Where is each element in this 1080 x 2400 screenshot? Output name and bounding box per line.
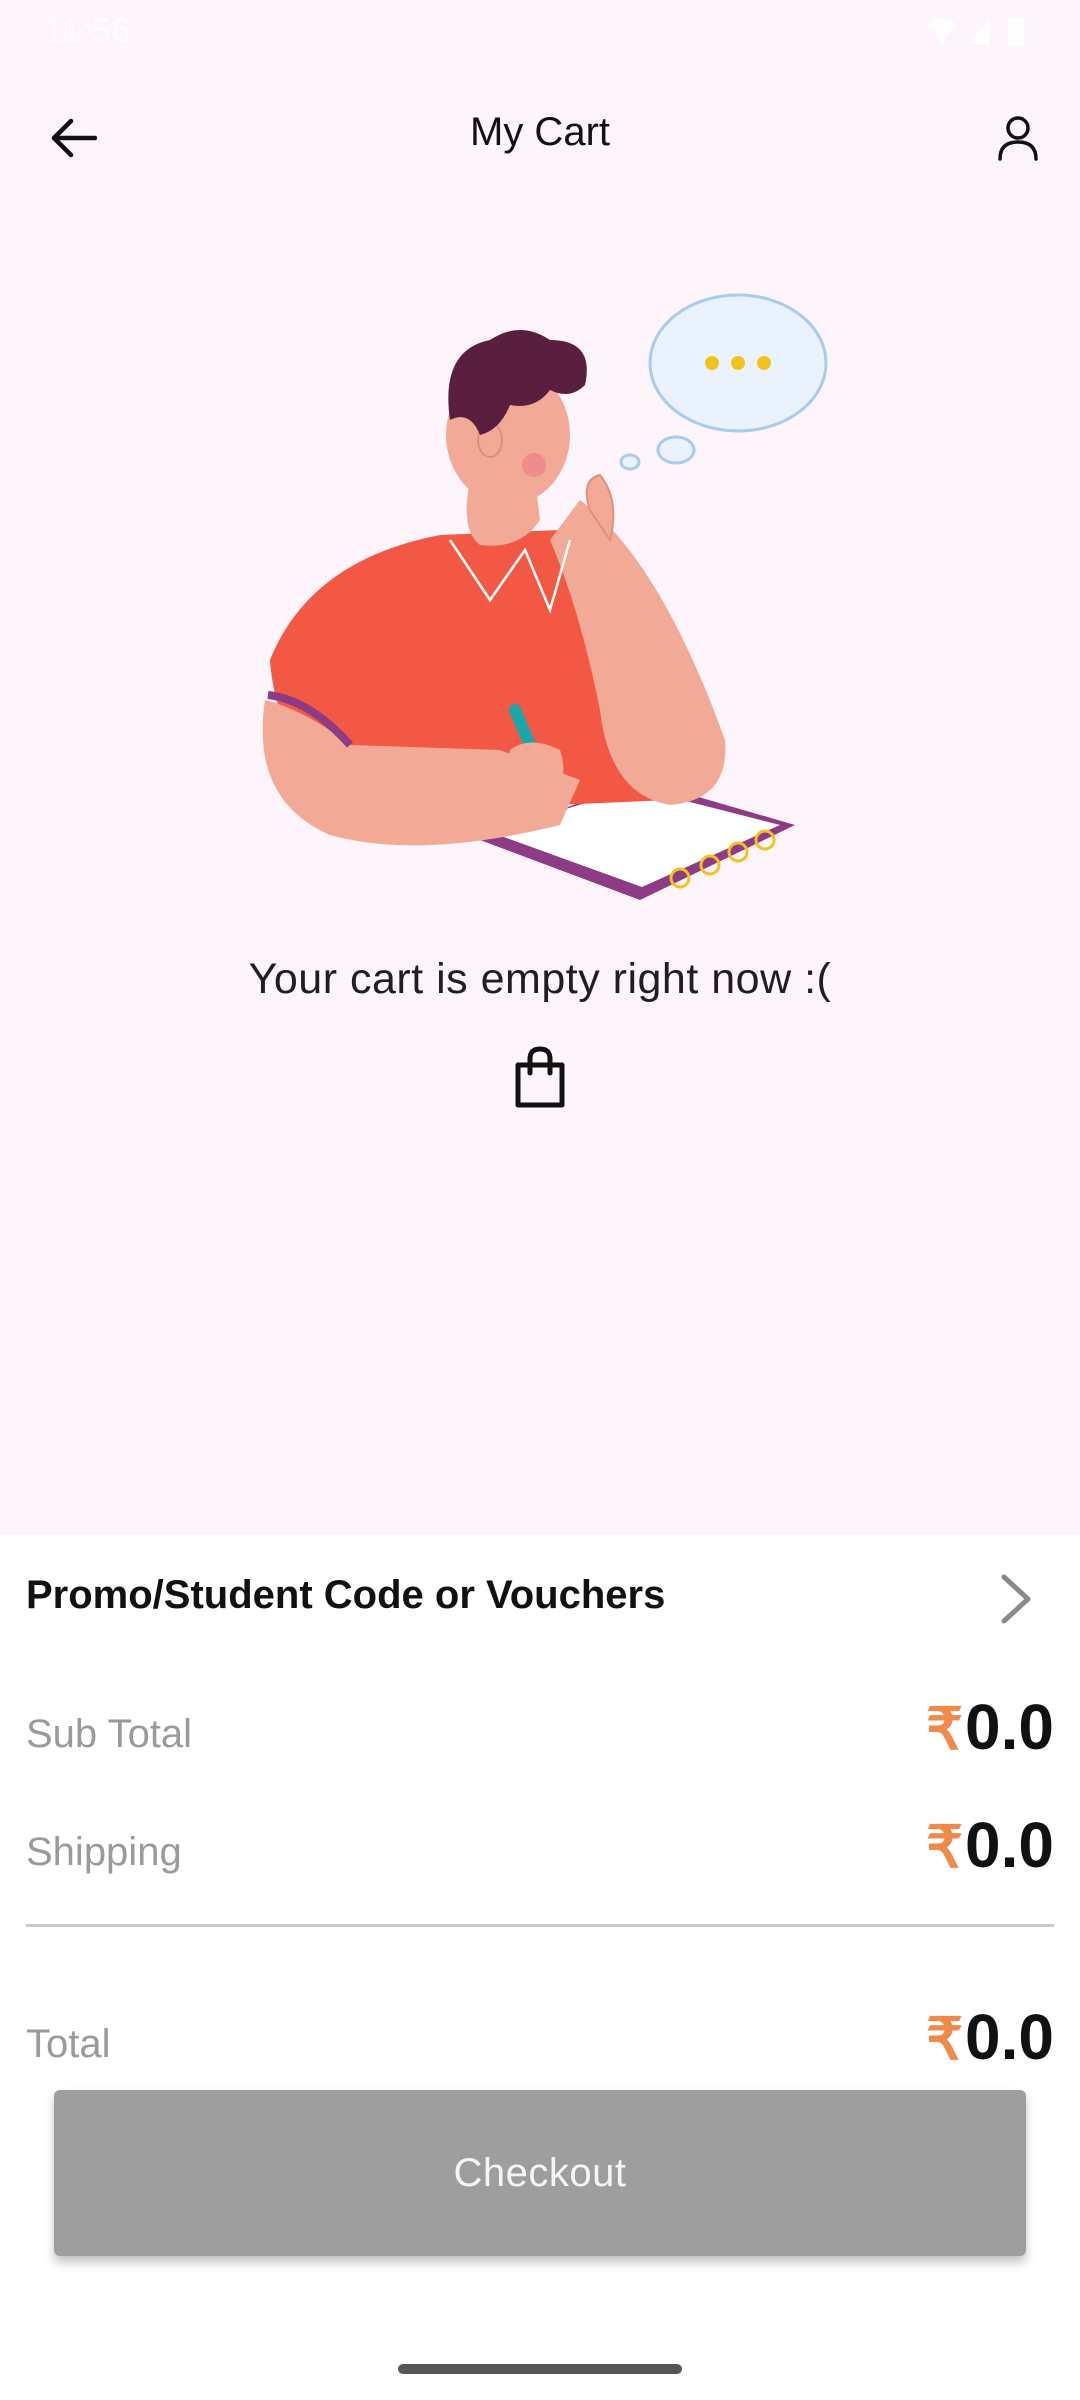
shipping-label: Shipping <box>26 1830 182 1874</box>
subtotal-amount: 0.0 <box>965 1691 1054 1763</box>
shipping-row: Shipping ₹0.0 <box>26 1808 1054 1898</box>
status-icons <box>928 18 1024 46</box>
status-time: 11:56 <box>44 12 132 50</box>
signal-icon <box>968 20 990 44</box>
total-row: Total ₹0.0 <box>26 2000 1054 2090</box>
promo-code-label: Promo/Student Code or Vouchers <box>26 1573 666 1617</box>
subtotal-label: Sub Total <box>26 1712 193 1756</box>
total-value: ₹0.0 <box>926 2000 1054 2074</box>
rupee-symbol: ₹ <box>926 1697 964 1762</box>
summary-divider <box>26 1924 1054 1927</box>
home-indicator[interactable] <box>398 2364 682 2374</box>
profile-button[interactable] <box>978 102 1058 174</box>
promo-code-row[interactable]: Promo/Student Code or Vouchers <box>0 1535 1080 1659</box>
total-label: Total <box>26 2022 111 2066</box>
battery-icon <box>1008 18 1024 46</box>
status-bar: 11:56 <box>0 0 1080 62</box>
rupee-symbol: ₹ <box>926 1815 964 1880</box>
page-title: My Cart <box>470 110 610 154</box>
shopping-bag-icon <box>515 1046 565 1108</box>
wifi-icon <box>928 18 956 44</box>
checkout-button[interactable]: Checkout <box>54 2090 1026 2256</box>
subtotal-row: Sub Total ₹0.0 <box>26 1690 1054 1780</box>
thinking-person-illustration <box>262 293 828 900</box>
shipping-amount: 0.0 <box>965 1809 1054 1881</box>
shipping-value: ₹0.0 <box>926 1808 1054 1882</box>
app-bar: My Cart <box>0 70 1080 205</box>
subtotal-value: ₹0.0 <box>926 1690 1054 1764</box>
total-amount: 0.0 <box>965 2001 1054 2073</box>
user-icon <box>998 116 1038 161</box>
empty-cart-message: Your cart is empty right now :( <box>248 955 832 1003</box>
rupee-symbol: ₹ <box>926 2007 964 2072</box>
chevron-right-icon <box>1001 1574 1031 1624</box>
